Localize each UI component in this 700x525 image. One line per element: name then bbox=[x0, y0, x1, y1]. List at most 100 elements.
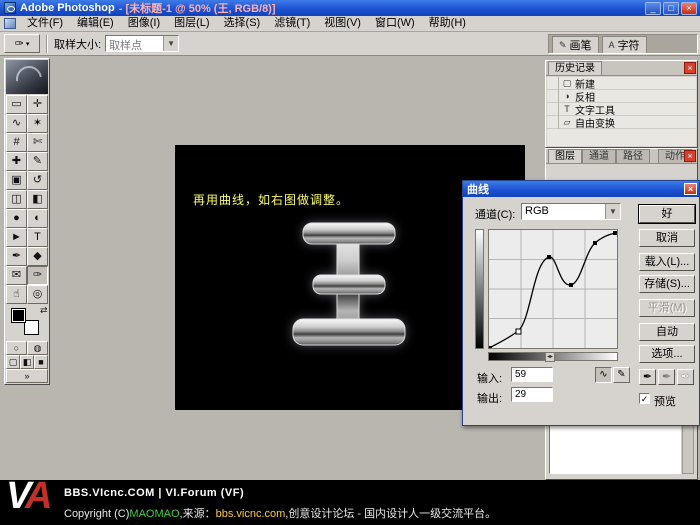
menu-window[interactable]: 窗口(W) bbox=[368, 16, 422, 31]
swap-colors-icon[interactable]: ⇄ bbox=[40, 305, 48, 316]
eraser-tool[interactable]: ◫ bbox=[6, 190, 27, 209]
curve-pencil-tool-button[interactable]: ✎ bbox=[613, 367, 630, 383]
tab-paths[interactable]: 路径 bbox=[616, 149, 650, 163]
brush-icon: ✎ bbox=[559, 40, 567, 51]
maximize-button[interactable]: □ bbox=[663, 2, 679, 15]
type-tool-icon: T bbox=[559, 104, 575, 114]
foreground-color-swatch[interactable] bbox=[11, 308, 26, 323]
curves-close-icon[interactable]: × bbox=[684, 183, 697, 195]
menu-image[interactable]: 图像(I) bbox=[121, 16, 167, 31]
close-button[interactable]: × bbox=[681, 2, 697, 15]
path-selection-tool[interactable]: ► bbox=[6, 228, 27, 247]
standard-mode-button[interactable]: ○ bbox=[6, 341, 27, 355]
pen-tool[interactable]: ✒ bbox=[6, 247, 27, 266]
history-brush-tool[interactable]: ↺ bbox=[27, 171, 48, 190]
jump-to-imageready-button[interactable]: » bbox=[6, 369, 48, 383]
minimize-button[interactable]: _ bbox=[645, 2, 661, 15]
curve-grid[interactable] bbox=[488, 229, 618, 349]
menu-file[interactable]: 文件(F) bbox=[20, 16, 70, 31]
eyedropper-tool[interactable]: ✑ bbox=[27, 266, 48, 285]
palette-close-icon[interactable]: × bbox=[684, 150, 696, 162]
history-close-icon[interactable]: × bbox=[684, 62, 696, 74]
type-tool[interactable]: T bbox=[27, 228, 48, 247]
move-tool[interactable]: ✛ bbox=[27, 95, 48, 114]
adobe-logo-button[interactable] bbox=[6, 60, 48, 94]
ok-button[interactable]: 好 bbox=[639, 205, 695, 223]
quickmask-mode-button[interactable]: ◍ bbox=[27, 341, 48, 355]
history-source-checkbox[interactable] bbox=[547, 90, 559, 103]
curves-dialog-titlebar[interactable]: 曲线 × bbox=[463, 181, 699, 197]
well-tab-character-label: 字符 bbox=[618, 37, 640, 53]
range-toggle-icon[interactable]: ◂▸ bbox=[545, 352, 555, 362]
gradient-tool[interactable]: ◧ bbox=[27, 190, 48, 209]
tab-history[interactable]: 历史记录 bbox=[548, 61, 602, 75]
options-button[interactable]: 选项... bbox=[639, 345, 695, 363]
gray-point-dropper-icon[interactable]: ✒ bbox=[658, 369, 675, 385]
menu-select[interactable]: 选择(S) bbox=[217, 16, 268, 31]
history-source-checkbox[interactable] bbox=[547, 103, 559, 116]
history-item[interactable]: T 文字工具 bbox=[547, 103, 696, 116]
input-label: 输入: bbox=[477, 370, 502, 386]
history-item[interactable]: ▱ 自由变换 bbox=[547, 116, 696, 129]
background-color-swatch[interactable] bbox=[24, 320, 39, 335]
notes-tool[interactable]: ✉ bbox=[6, 266, 27, 285]
output-field[interactable]: 29 bbox=[511, 387, 553, 402]
save-button[interactable]: 存储(S)... bbox=[639, 275, 695, 293]
custom-shape-tool[interactable]: ◆ bbox=[27, 247, 48, 266]
document-icon bbox=[4, 18, 16, 29]
sample-size-dropdown[interactable]: 取样点 ▼ bbox=[105, 35, 179, 52]
menu-view[interactable]: 视图(V) bbox=[317, 16, 368, 31]
crop-tool[interactable]: # bbox=[6, 133, 27, 152]
source-label: ,来源： bbox=[180, 508, 216, 520]
preview-checkbox[interactable]: ✓ bbox=[639, 393, 650, 404]
auto-button[interactable]: 自动 bbox=[639, 323, 695, 341]
menubar: 文件(F) 编辑(E) 图像(I) 图层(L) 选择(S) 滤镜(T) 视图(V… bbox=[0, 16, 700, 32]
input-gradient-bar: ◂▸ bbox=[488, 352, 618, 361]
history-item[interactable]: ◑ 反相 bbox=[547, 90, 696, 103]
tab-channels[interactable]: 通道 bbox=[582, 149, 616, 163]
menu-layer[interactable]: 图层(L) bbox=[167, 16, 216, 31]
magic-wand-tool[interactable]: ✶ bbox=[27, 114, 48, 133]
load-button[interactable]: 载入(L)... bbox=[639, 253, 695, 271]
white-point-dropper-icon[interactable]: ✒ bbox=[677, 369, 694, 385]
clone-stamp-tool[interactable]: ▣ bbox=[6, 171, 27, 190]
channel-dropdown[interactable]: RGB ▼ bbox=[521, 203, 621, 220]
eyedropper-icon: ✑ bbox=[15, 37, 24, 50]
input-field[interactable]: 59 bbox=[511, 367, 553, 382]
tab-layers[interactable]: 图层 bbox=[548, 149, 582, 163]
standard-screen-button[interactable]: ▢ bbox=[6, 355, 20, 369]
dodge-tool[interactable]: ◐ bbox=[27, 209, 48, 228]
zoom-tool[interactable]: ◎ bbox=[27, 285, 48, 304]
output-label: 输出: bbox=[477, 390, 502, 406]
menu-help[interactable]: 帮助(H) bbox=[422, 16, 473, 31]
fullscreen-menubar-button[interactable]: ◧ bbox=[20, 355, 34, 369]
curve-point-tool-button[interactable]: ∿ bbox=[595, 367, 612, 383]
menu-edit[interactable]: 编辑(E) bbox=[70, 16, 121, 31]
well-tab-character[interactable]: A 字符 bbox=[602, 36, 647, 53]
character-icon: A bbox=[609, 40, 615, 50]
channel-value: RGB bbox=[522, 204, 605, 219]
lasso-tool[interactable]: ∿ bbox=[6, 114, 27, 133]
slice-tool[interactable]: ✄ bbox=[27, 133, 48, 152]
black-point-dropper-icon[interactable]: ✒ bbox=[639, 369, 656, 385]
brush-tool[interactable]: ✎ bbox=[27, 152, 48, 171]
cancel-button[interactable]: 取消 bbox=[639, 229, 695, 247]
healing-brush-tool[interactable]: ✚ bbox=[6, 152, 27, 171]
tool-preset-picker[interactable]: ✑ ▾ bbox=[4, 34, 40, 53]
hand-tool[interactable]: ☝ bbox=[6, 285, 27, 304]
blur-tool[interactable]: ● bbox=[6, 209, 27, 228]
history-source-checkbox[interactable] bbox=[547, 77, 559, 90]
history-item[interactable]: ▢ 新建 bbox=[547, 77, 696, 90]
rectangular-marquee-tool[interactable]: ▭ bbox=[6, 95, 27, 114]
menu-filter[interactable]: 滤镜(T) bbox=[267, 16, 317, 31]
footer-site-title: BBS.VIcnc.COM | VI.Forum (VF) bbox=[64, 487, 244, 499]
source-link: bbs.vicnc.com bbox=[216, 508, 286, 520]
app-titlebar: Adobe Photoshop - [未标题-1 @ 50% (王, RGB/8… bbox=[0, 0, 700, 16]
well-tab-brushes-label: 画笔 bbox=[570, 37, 592, 53]
well-tab-brushes[interactable]: ✎ 画笔 bbox=[552, 36, 599, 53]
palette-group-header: 图层 通道 路径 动作 × bbox=[546, 149, 697, 164]
footer-copyright: Copyright (C)MAOMAO,来源：bbs.vicnc.com,创意设… bbox=[64, 505, 496, 521]
history-panel-header: 历史记录 × bbox=[546, 61, 697, 76]
fullscreen-button[interactable]: ■ bbox=[34, 355, 48, 369]
history-source-checkbox[interactable] bbox=[547, 116, 559, 129]
